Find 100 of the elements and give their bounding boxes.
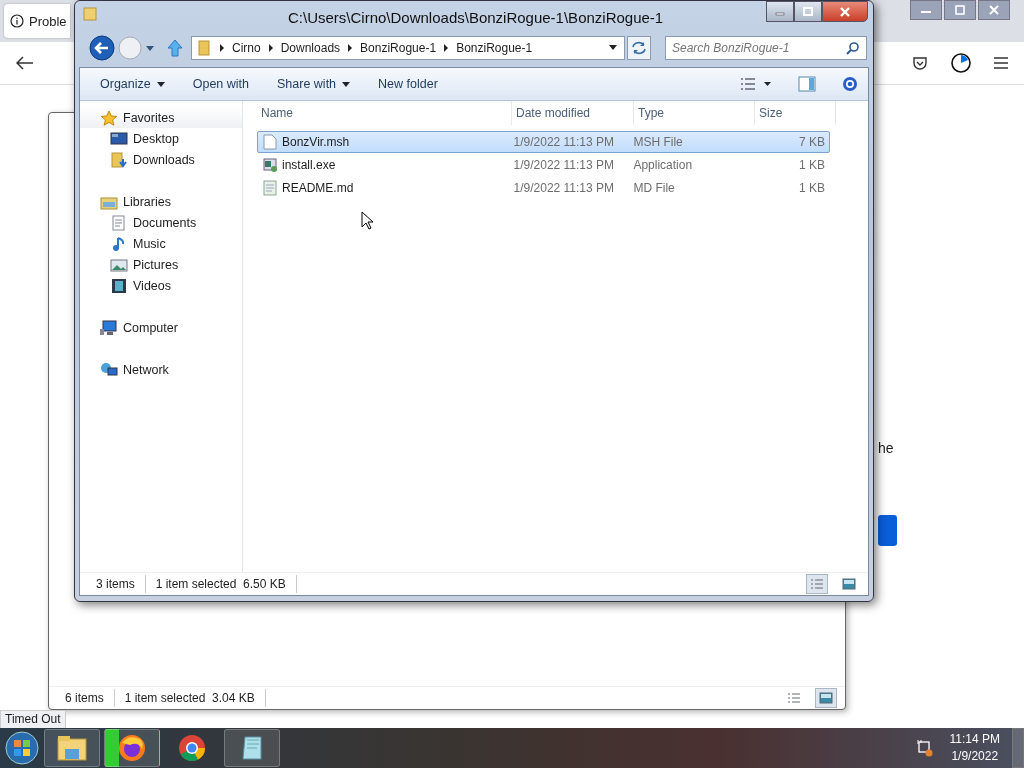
nav-item[interactable]: Documents [80,212,242,233]
column-header[interactable]: Date modified [512,101,634,125]
size-cell-text: 1 KB [798,158,826,172]
close-button[interactable] [978,0,1010,20]
browser-tab[interactable]: Proble [4,4,70,38]
network-icon [100,361,118,378]
file-name: BonzVir.msh [282,135,350,149]
breadcrumb-arrow-icon[interactable] [219,44,225,52]
breadcrumb-item[interactable]: BonziRogue-1 [456,41,533,55]
date-cell-text: 1/9/2022 11:13 PM [512,158,616,172]
breadcrumb-arrow-icon[interactable] [443,44,450,52]
preview-pane-icon[interactable] [798,76,816,92]
nav-item[interactable]: Libraries [80,191,242,212]
item-count: 3 items [96,577,135,591]
network-warning-icon[interactable] [915,739,934,757]
close-icon [988,5,1000,15]
menu-icon[interactable] [994,57,1008,69]
mouse-cursor-icon [361,211,373,230]
breadcrumb-item[interactable]: Downloads [280,41,341,55]
history-dropdown-icon[interactable] [145,44,155,52]
browser-status-text: Timed Out [0,710,66,730]
toolbar-button[interactable]: Open with [192,77,249,91]
start-button[interactable] [4,730,40,766]
size-cell-text: 1 KB [798,181,826,195]
nav-item[interactable]: Network [80,359,242,380]
search-icon [846,41,860,55]
info-icon [10,14,24,28]
folder-icon [198,40,212,56]
minimize-button[interactable] [766,1,794,22]
downloads-icon [110,151,128,168]
restore-icon [954,5,966,15]
search-field[interactable]: Search BonziRogue-1 [665,36,867,60]
selection-info: 1 item selected 6.50 KB [155,577,286,591]
clock[interactable]: 11:14 PM 1/9/2022 [949,731,1000,765]
toolbar-button[interactable]: New folder [378,77,438,91]
file-row[interactable]: README.md 1/9/2022 11:13 PM MD File 1 KB [257,177,830,199]
column-header[interactable]: Size [755,101,836,125]
folder-icon [83,5,99,21]
type-cell-text: MSH File [632,135,684,149]
maximize-button[interactable] [794,1,822,22]
back-arrow-icon[interactable] [16,56,34,70]
back-button[interactable] [89,35,115,61]
column-header[interactable]: Type [634,101,755,125]
toolbar-button[interactable]: Share with [277,77,351,91]
date-cell-text: 1/9/2022 11:13 PM [512,135,616,149]
date-cell-text: 1/9/2022 11:13 PM [512,181,616,195]
document-icon [110,214,128,231]
blank-file-icon [263,134,277,150]
breadcrumb-arrow-icon[interactable] [267,44,274,52]
type-cell-text: MD File [632,181,676,195]
file-name: README.md [282,181,354,195]
nav-item[interactable]: Pictures [80,254,242,275]
nav-item[interactable]: Desktop [80,128,242,149]
help-icon[interactable] [842,76,858,92]
maximize-icon [802,6,814,17]
chrome-icon [178,734,206,762]
refresh-button[interactable] [627,36,651,60]
nav-item[interactable]: Videos [80,275,242,296]
file-row[interactable]: BonzVir.msh 1/9/2022 11:13 PM MSH File 7 KB [257,131,830,153]
folder-icon [57,735,87,761]
star-icon [100,109,118,126]
desktop-icon [110,130,128,147]
nav-item[interactable]: Downloads [80,149,242,170]
window-title: C:\Users\Cirno\Downloads\BonziRogue-1\BonziRogue-1 [288,8,664,26]
toolbar-button[interactable]: Organize [100,77,165,91]
close-icon [838,6,852,17]
breadcrumb-item[interactable]: BonziRogue-1 [360,41,437,55]
pictures-icon [110,256,128,273]
pocket-icon[interactable] [912,55,928,71]
details-icon [787,692,801,704]
close-button[interactable] [822,1,868,22]
clock-date: 1/9/2022 [951,748,999,765]
breadcrumb-arrow-icon[interactable] [347,44,354,52]
page-text: he [878,440,894,456]
column-header[interactable]: Name [257,101,512,125]
preview-icon [842,578,856,590]
restore-button[interactable] [944,0,976,20]
dropdown-arrow-icon[interactable] [608,45,618,51]
explorer-taskbar-button[interactable] [44,729,100,767]
selection-info: 1 item selected 3.04 KB [124,691,255,705]
computer-icon [100,319,118,336]
up-arrow-icon[interactable] [167,39,183,57]
text-file-icon [263,180,277,196]
firefox-taskbar-button[interactable] [104,729,160,767]
preview-view-button[interactable] [815,688,837,708]
size-cell-text: 7 KB [798,135,826,149]
nav-item[interactable]: Music [80,233,242,254]
breadcrumb-item[interactable]: Cirno [232,41,261,55]
item-count: 6 items [65,691,104,705]
minimize-button[interactable] [910,0,942,20]
videos-icon [110,277,128,294]
nav-item[interactable]: Computer [80,317,242,338]
view-options-icon[interactable] [740,77,772,91]
file-row[interactable]: install.exe 1/9/2022 11:13 PM Application 1 KB [257,154,830,176]
notepad-taskbar-button[interactable] [224,729,280,767]
notepad-icon [239,734,265,762]
progress-circle-icon[interactable] [950,52,972,74]
type-cell-text: Application [632,158,694,172]
address-bar[interactable]: Cirno Downloads BonziRogue-1 BonziRogue-1 [191,36,625,60]
file-name: install.exe [282,158,336,172]
